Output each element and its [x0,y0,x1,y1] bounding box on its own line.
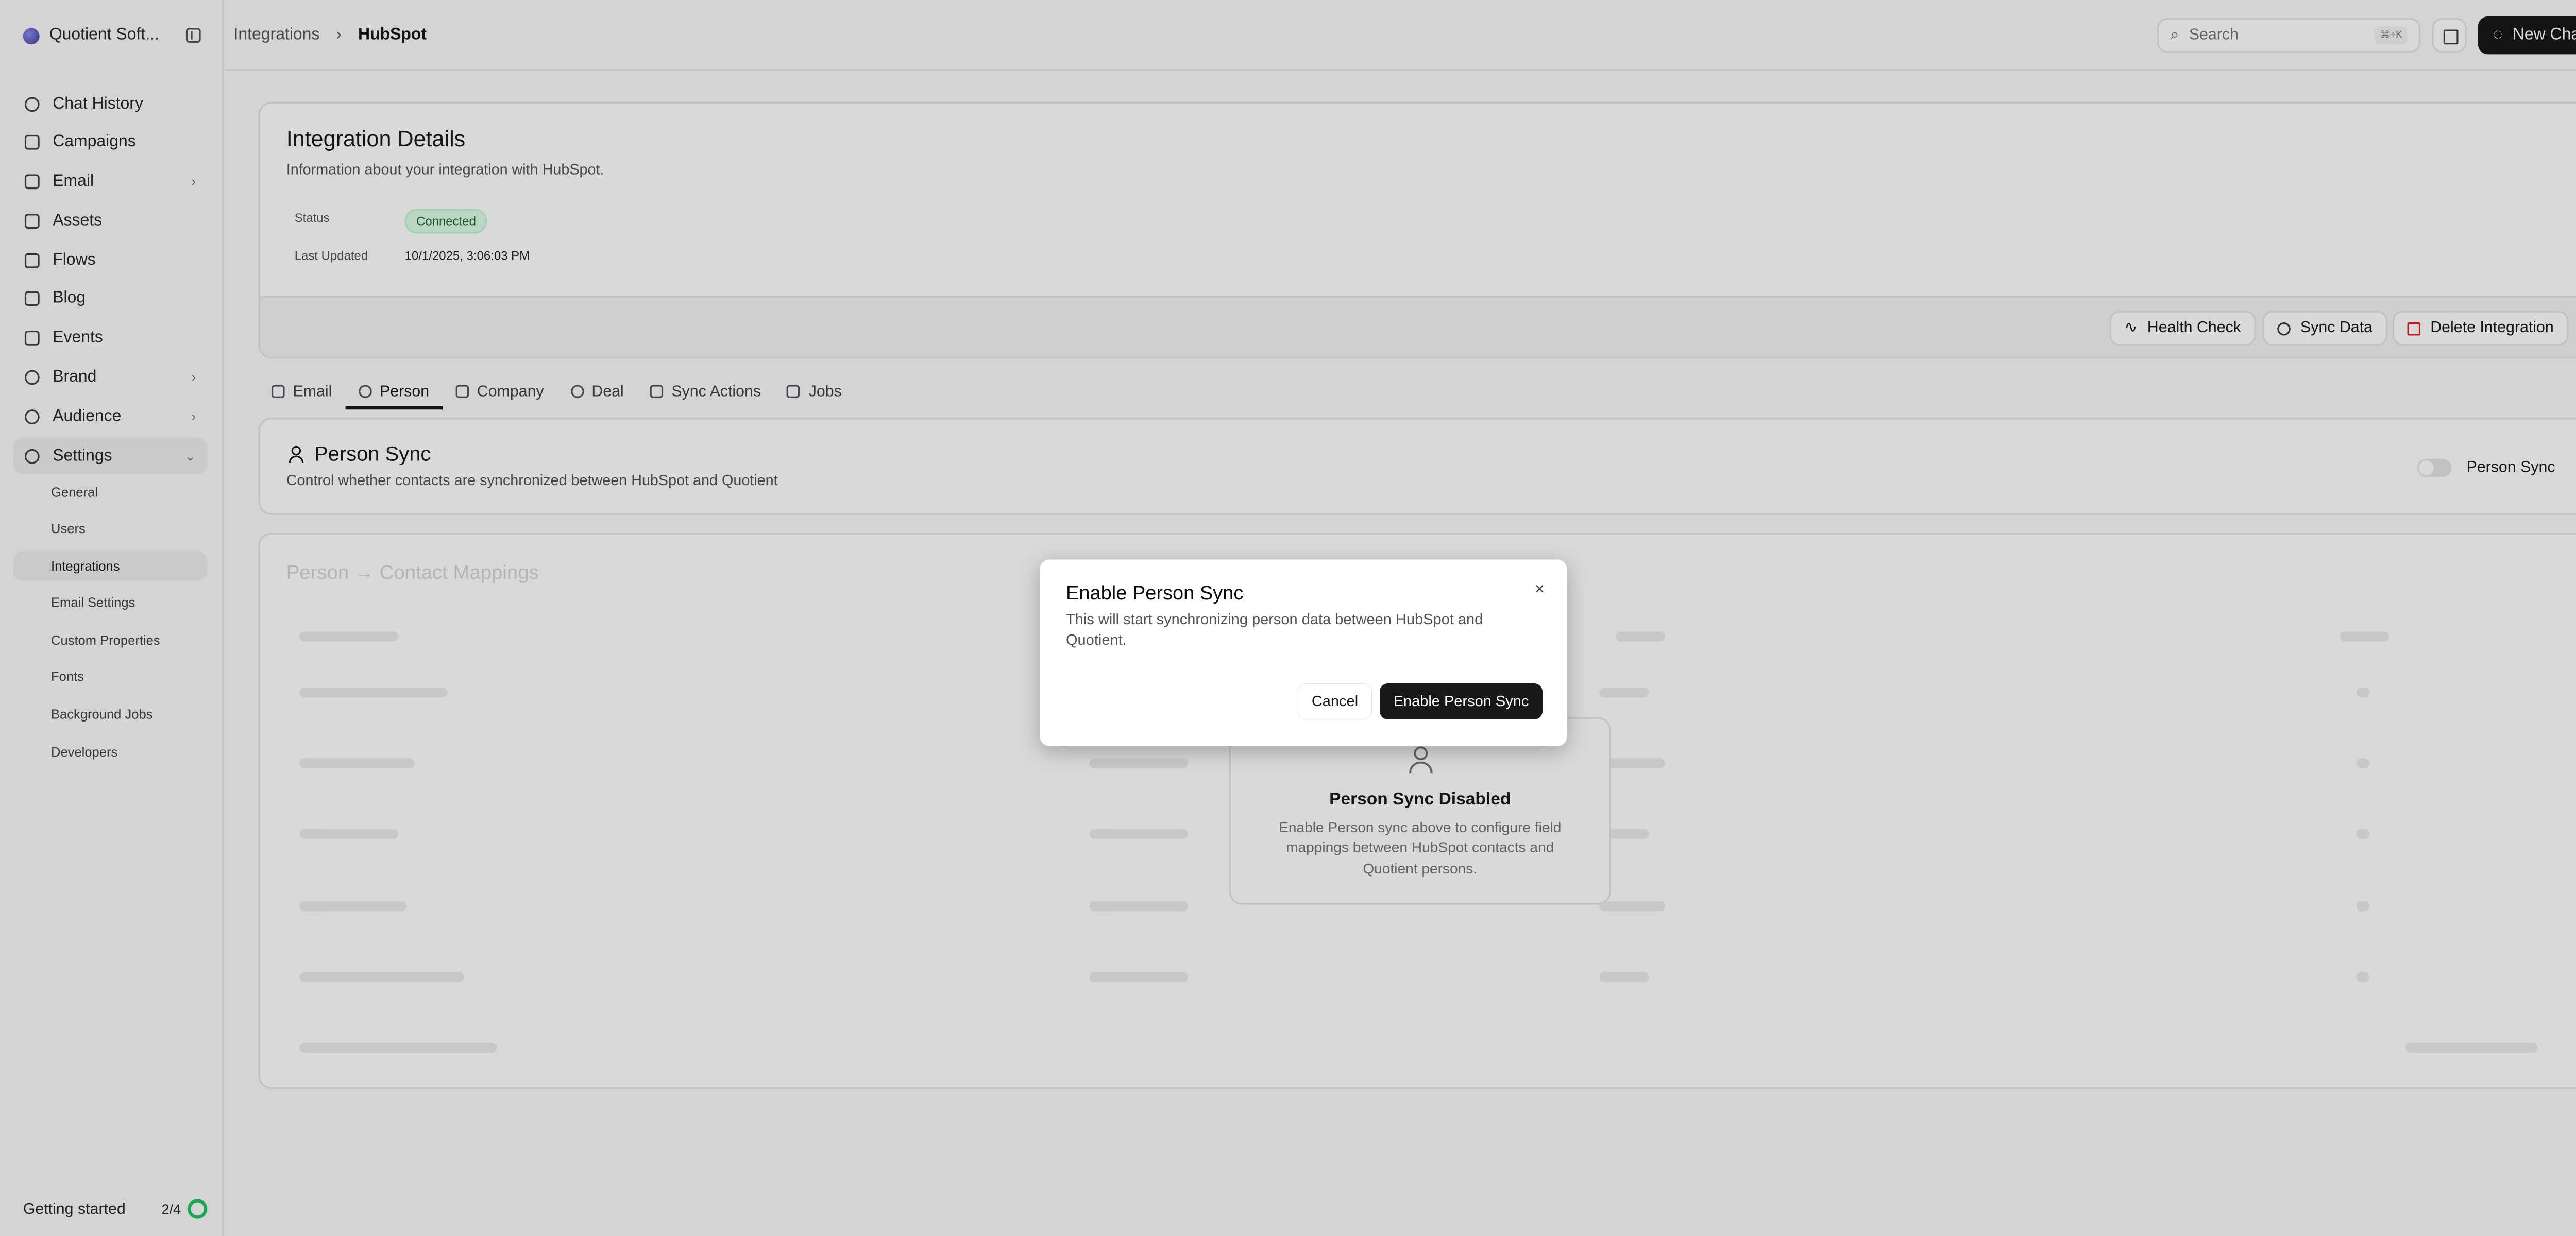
dialog-description: This will start synchronizing person dat… [1066,611,1483,649]
dialog-title: Enable Person Sync [1066,582,1244,604]
enable-person-sync-dialog: Enable Person Sync This will start synch… [1040,559,1567,746]
enable-person-sync-button[interactable]: Enable Person Sync [1380,683,1543,719]
cancel-button[interactable]: Cancel [1298,683,1372,719]
close-icon[interactable]: × [1535,579,1545,598]
